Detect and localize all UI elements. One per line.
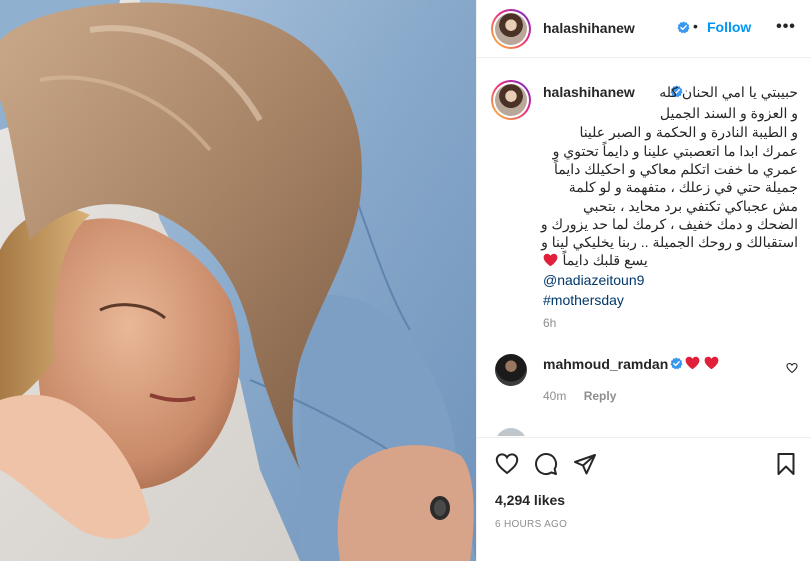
- verified-badge-icon: [670, 357, 683, 370]
- caption-line: حبيبتي يا امي الحنان كله: [659, 84, 798, 100]
- caption-line: الضحك و دمك خفيف ، كرمك لما حد يزورك و: [540, 216, 798, 232]
- reply-button[interactable]: Reply: [584, 389, 617, 403]
- caption-author-avatar[interactable]: [491, 80, 531, 120]
- comment-text: [685, 355, 719, 373]
- heart-emoji-icon: [543, 253, 558, 267]
- post-sidebar: halashihanew • Follow ••• halashihanew ح…: [476, 0, 811, 561]
- likes-count[interactable]: 4,294 likes: [495, 492, 565, 508]
- partial-comment-item: [477, 424, 811, 436]
- caption-line: استقبالك و روحك الجميلة .. ربنا يخليكي ل…: [541, 234, 798, 250]
- mention-link[interactable]: @nadiazeitoun9: [543, 272, 644, 288]
- comment-bubble-icon[interactable]: [534, 452, 558, 476]
- comment-meta: 40m Reply: [543, 389, 616, 403]
- bookmark-icon[interactable]: [774, 452, 798, 476]
- caption-author-username[interactable]: halashihanew: [543, 84, 635, 100]
- photo-illustration: [0, 0, 476, 561]
- comment-item: mahmoud_ramdan 40m Reply: [477, 350, 811, 410]
- comment-like-heart-icon[interactable]: [786, 362, 798, 374]
- paper-plane-icon[interactable]: [573, 452, 597, 476]
- caption-line: و الطيبة النادرة و الحكمة و الصبر علينا: [579, 124, 798, 140]
- author-username[interactable]: halashihanew: [543, 20, 635, 36]
- hashtag-link[interactable]: #mothersday: [543, 292, 624, 308]
- caption-line: جميلة حتي في زعلك ، متفهمة و لو كلمة: [568, 179, 798, 195]
- caption-line: عمري ما خفت اتكلم معاكي و احكيلك دايماً: [553, 161, 798, 177]
- heart-emoji-icon: [705, 356, 719, 370]
- heart-emoji-icon: [685, 356, 700, 370]
- heart-outline-icon[interactable]: [495, 452, 519, 476]
- author-avatar[interactable]: [491, 9, 531, 49]
- commenter-username[interactable]: mahmoud_ramdan: [543, 356, 668, 372]
- more-options-icon[interactable]: •••: [774, 18, 798, 38]
- verified-badge-icon: [677, 21, 690, 34]
- commenter-avatar[interactable]: [495, 428, 527, 436]
- post-timestamp: 6 HOURS AGO: [495, 519, 568, 530]
- post-photo[interactable]: [0, 0, 476, 561]
- caption-line: عمرك ابدا ما اتعصبتي علينا و دايماً تحتو…: [552, 143, 798, 159]
- comment-time: 40m: [543, 389, 567, 403]
- caption-line: و العزوة و السند الجميل: [659, 105, 798, 121]
- post-actions: 4,294 likes 6 HOURS AGO: [477, 437, 811, 561]
- post-header: halashihanew • Follow •••: [477, 0, 811, 58]
- caption-line: يسع قلبك دايماً: [562, 252, 648, 268]
- follow-button[interactable]: Follow: [707, 19, 751, 35]
- separator-dot: •: [693, 18, 698, 34]
- caption-line: مش عجباكي تكتفي برد محايد ، بتحبي: [583, 198, 798, 214]
- caption-last-line: يسع قلبك دايماً: [543, 252, 648, 270]
- commenter-avatar[interactable]: [495, 354, 527, 386]
- caption-time: 6h: [543, 316, 557, 330]
